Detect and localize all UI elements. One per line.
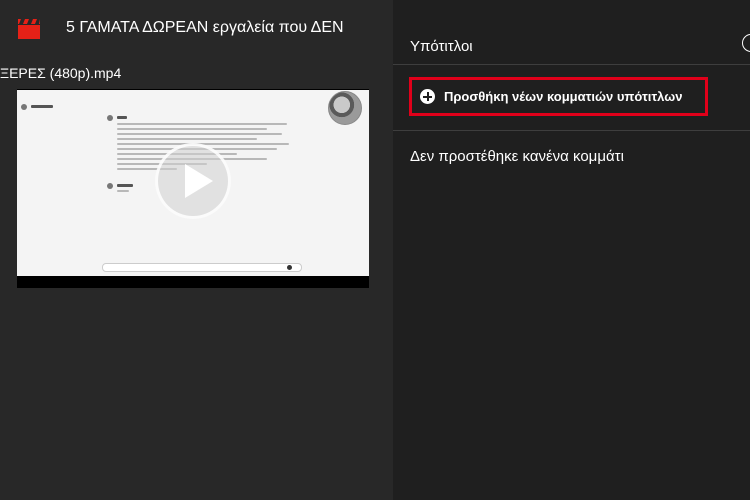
play-button[interactable] [155,143,231,219]
thumbnail-decoration [287,265,292,270]
clapperboard-icon [18,19,40,39]
thumbnail-decoration [117,184,133,187]
thumbnail-decoration [107,183,113,189]
channel-avatar [328,91,362,125]
info-icon[interactable] [742,34,750,52]
thumbnail-decoration [117,133,282,135]
app-header: 5 ΓΑΜΑΤΑ ΔΩΡΕΑΝ εργαλεία που ΔΕΝ [0,0,393,58]
thumbnail-decoration [107,115,113,121]
panel-title: Υπότιτλοι [410,38,473,55]
add-subtitle-tracks-button[interactable]: Προσθήκη νέων κομματιών υπότιτλων [409,77,708,116]
subtitles-panel: Υπότιτλοι Προσθήκη νέων κομματιών υπότιτ… [393,0,750,500]
video-title: 5 ΓΑΜΑΤΑ ΔΩΡΕΑΝ εργαλεία που ΔΕΝ [66,19,344,36]
video-player[interactable] [17,89,369,288]
thumbnail-decoration [117,116,127,119]
video-pane: 5 ΓΑΜΑΤΑ ΔΩΡΕΑΝ εργαλεία που ΔΕΝ ΞΕΡΕΣ (… [0,0,393,500]
no-tracks-message: Δεν προστέθηκε κανένα κομμάτι [410,148,624,165]
thumbnail-decoration [31,105,53,108]
thumbnail-decoration [117,128,267,130]
add-subtitle-tracks-label: Προσθήκη νέων κομματιών υπότιτλων [444,89,683,104]
play-icon [185,164,213,198]
thumbnail-decoration [117,138,257,140]
divider [393,64,750,65]
thumbnail-decoration [102,263,302,272]
thumbnail-decoration [117,190,129,192]
app-root: 5 ΓΑΜΑΤΑ ΔΩΡΕΑΝ εργαλεία που ΔΕΝ ΞΕΡΕΣ (… [0,0,750,500]
thumbnail-decoration [21,104,27,110]
thumbnail-decoration [117,123,287,125]
file-name: ΞΕΡΕΣ (480p).mp4 [0,65,122,81]
plus-circle-icon [420,89,435,104]
divider [393,130,750,131]
